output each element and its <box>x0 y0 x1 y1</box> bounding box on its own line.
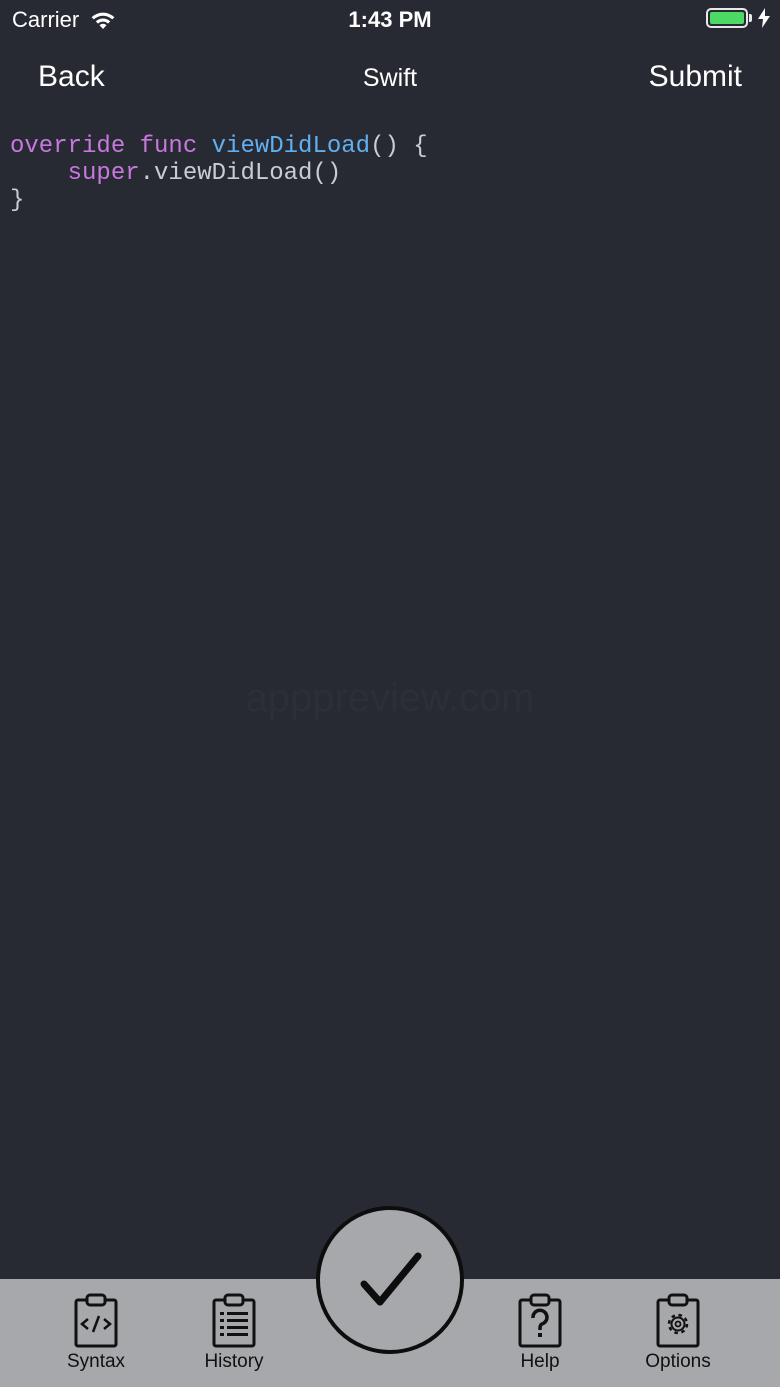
submit-button[interactable]: Submit <box>649 60 742 94</box>
clipboard-list-icon <box>212 1293 256 1348</box>
battery-fill <box>710 12 744 24</box>
tab-options[interactable]: Options <box>618 1293 738 1373</box>
clock: 1:43 PM <box>348 7 432 32</box>
code-token-plain: } <box>10 187 25 214</box>
tab-label: Syntax <box>66 1351 126 1372</box>
battery-tip <box>749 14 752 22</box>
checkmark-icon <box>360 1252 422 1306</box>
code-token-plain: () { <box>370 133 428 160</box>
code-line: super.viewDidLoad() <box>10 160 770 187</box>
code-line: override func viewDidLoad() { <box>10 133 770 160</box>
battery-icon <box>706 8 748 28</box>
watermark: apppreview.com <box>245 676 535 720</box>
tab-label: Help <box>520 1351 560 1372</box>
run-check-button[interactable] <box>316 1206 464 1354</box>
tab-label: Options <box>645 1351 711 1372</box>
code-token-keyword: override <box>10 133 126 160</box>
code-token-plain: .viewDidLoad() <box>139 160 342 187</box>
tab-history[interactable]: History <box>174 1293 294 1373</box>
code-token-keyword: func <box>139 133 198 160</box>
code-token-keyword: super <box>67 160 140 187</box>
tab-help[interactable]: Help <box>480 1293 600 1373</box>
status-bar: Carrier 1:43 PM <box>0 0 780 40</box>
tab-label: History <box>204 1351 264 1372</box>
tab-syntax[interactable]: Syntax <box>36 1293 156 1373</box>
battery-indicator <box>706 8 770 28</box>
clipboard-question-icon <box>518 1293 562 1348</box>
code-token-function: viewDidLoad <box>211 133 371 160</box>
code-line: } <box>10 187 770 214</box>
clipboard-code-icon <box>74 1293 118 1348</box>
clipboard-gear-icon <box>656 1293 700 1348</box>
navigation-bar: Back Swift Submit <box>0 52 780 108</box>
charging-bolt-icon <box>758 8 770 28</box>
